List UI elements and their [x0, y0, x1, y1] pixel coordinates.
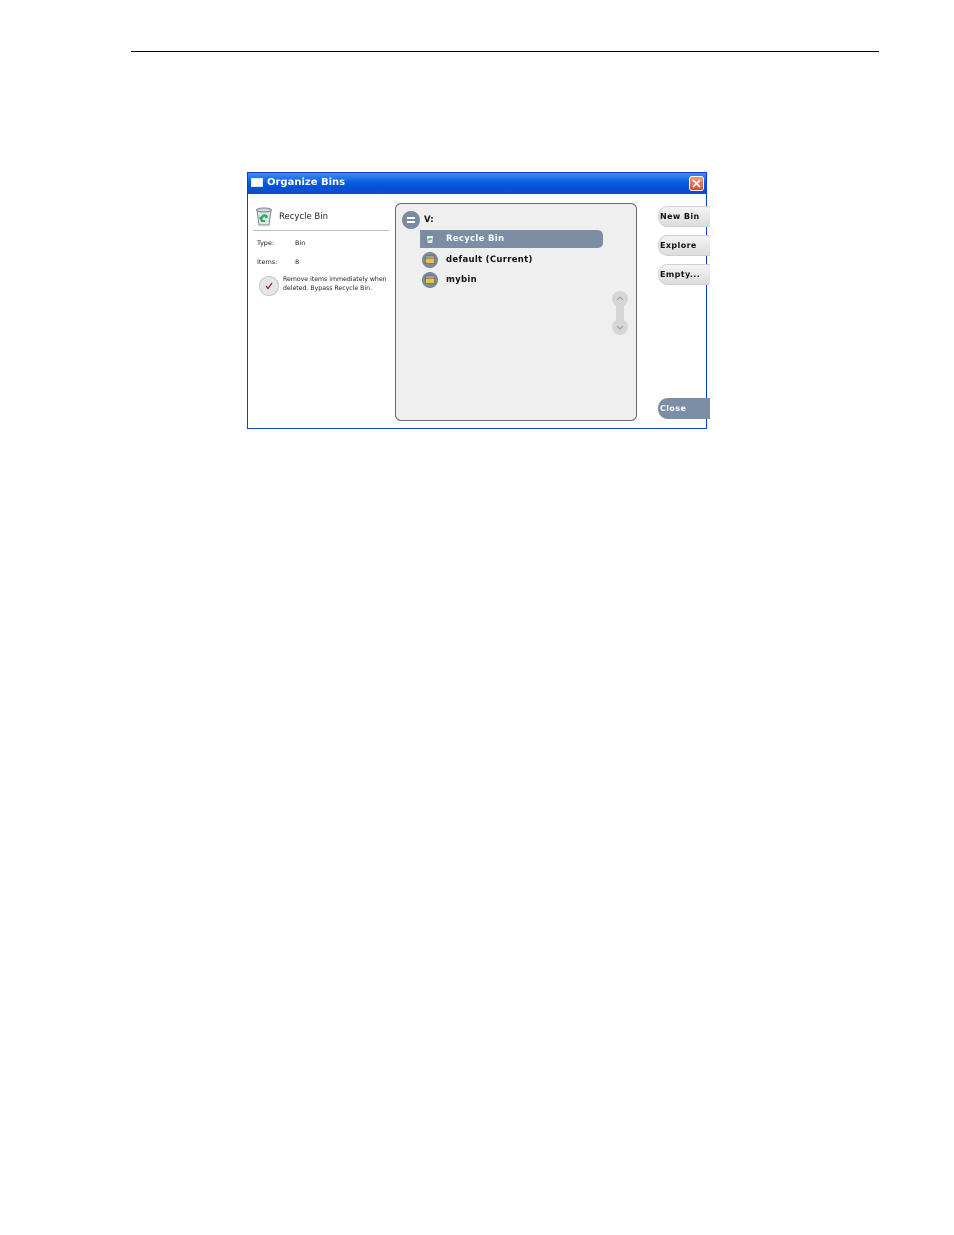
- tree-item-mybin[interactable]: mybin: [420, 271, 603, 289]
- dialog-title: Organize Bins: [267, 177, 346, 188]
- explore-button[interactable]: Explore: [658, 235, 710, 256]
- type-value: Bin: [295, 239, 306, 247]
- scroll-control[interactable]: [611, 290, 629, 336]
- items-label: Items:: [257, 258, 278, 266]
- close-button[interactable]: Close: [658, 398, 710, 419]
- title-bar[interactable]: Organize Bins: [248, 173, 706, 194]
- tree-item-default[interactable]: default (Current): [420, 251, 603, 269]
- tree-item-label: Recycle Bin: [446, 234, 505, 244]
- bin-tree-panel: V: Recycle Bin default (Current) mybin: [395, 203, 637, 421]
- type-label: Type:: [257, 239, 275, 247]
- drive-collapse-icon[interactable]: [402, 211, 420, 229]
- tree-item-label: mybin: [446, 275, 477, 285]
- new-bin-button[interactable]: New Bin: [658, 206, 710, 227]
- recycle-bin-icon: [256, 207, 272, 226]
- bypass-recycle-label: Remove items immediately when deleted. B…: [283, 276, 387, 292]
- bin-icon: [422, 272, 438, 288]
- items-value: 8: [295, 258, 300, 266]
- recycle-bin-icon: [422, 231, 438, 247]
- tree-item-label: default (Current): [446, 255, 533, 265]
- organize-bins-dialog: Organize Bins Recycle Bin Type: Bin Item…: [247, 172, 710, 429]
- checkmark-icon: [265, 282, 273, 290]
- close-icon: [692, 179, 701, 188]
- selected-bin-name: Recycle Bin: [279, 212, 329, 222]
- empty-button[interactable]: Empty...: [658, 264, 710, 285]
- bin-icon: [422, 252, 438, 268]
- close-window-button[interactable]: [689, 176, 704, 191]
- properties-divider: [253, 230, 389, 231]
- tree-item-recycle-bin[interactable]: Recycle Bin: [420, 230, 603, 248]
- drive-label: V:: [424, 215, 434, 225]
- window-icon: [251, 178, 263, 187]
- page-header-rule: [131, 51, 879, 52]
- bypass-recycle-checkbox[interactable]: [259, 276, 279, 296]
